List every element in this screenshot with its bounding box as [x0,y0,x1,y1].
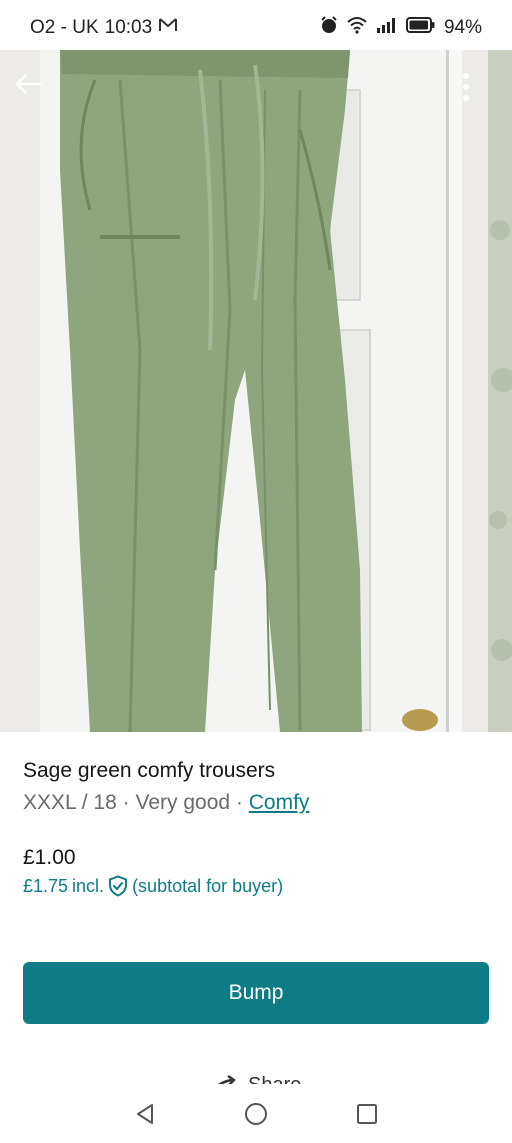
more-options-button[interactable] [462,72,498,112]
listing-details: Sage green comfy trousers XXXL / 18 · Ve… [0,732,512,1096]
clock: 10:03 [104,17,153,38]
buyer-price-row[interactable]: £1.75 incl. (subtotal for buyer) [23,875,283,897]
status-left: O2 - UK 10:03 [30,17,178,39]
shield-check-icon [109,875,128,897]
nav-back-button[interactable] [125,1094,165,1134]
brand-link[interactable]: Comfy [249,791,310,814]
system-nav-bar [0,1084,512,1143]
alarm-icon [320,16,338,40]
nav-recents-button[interactable] [347,1094,387,1134]
wifi-icon [346,16,368,40]
battery-percent: 94% [443,17,482,38]
status-bar: O2 - UK 10:03 94% [0,0,512,56]
status-right: 94% [320,16,482,40]
triangle-back-icon [137,1103,154,1124]
more-vertical-icon [463,73,469,101]
listing-photo[interactable] [0,50,512,732]
arrow-left-icon [15,73,42,95]
battery-icon [405,17,436,39]
nav-home-button[interactable] [236,1094,276,1134]
item-size: XXXL / 18 [23,791,117,814]
square-recents-icon [356,1103,377,1124]
subtotal-note: (subtotal for buyer) [132,875,284,896]
item-price: £1.00 [23,846,76,869]
carrier-label: O2 - UK [30,17,99,38]
item-title: Sage green comfy trousers [23,759,276,782]
item-condition: Very good [135,791,231,814]
circle-home-icon [244,1102,267,1125]
meta-separator: · [122,791,130,814]
buyer-price: £1.75 [23,875,69,896]
signal-icon [376,17,398,39]
gmail-icon [158,17,178,39]
meta-separator: · [235,791,243,814]
bump-button[interactable]: Bump [23,962,489,1024]
incl-label: incl. [72,875,105,896]
item-meta: XXXL / 18 · Very good · Comfy [23,791,309,815]
back-button[interactable] [14,72,54,112]
trousers-photo [0,50,512,732]
